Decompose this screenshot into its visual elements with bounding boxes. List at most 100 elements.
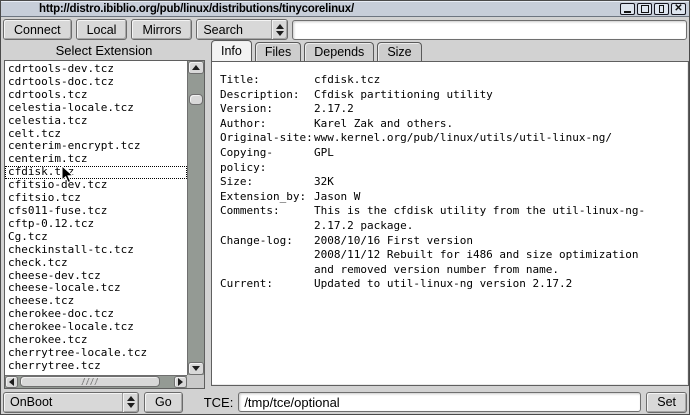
connect-button[interactable]: Connect [3, 19, 72, 40]
info-field-value: Updated to util-linux-ng version 2.17.2 [314, 277, 680, 292]
left-arrow-icon [9, 378, 14, 386]
info-row: Version:2.17.2 [220, 102, 680, 117]
horizontal-scrollbar[interactable] [5, 375, 187, 388]
info-field-value: GPL [314, 146, 680, 175]
tce-path-input[interactable]: /tmp/tce/optional [238, 392, 641, 412]
local-button[interactable]: Local [76, 19, 128, 40]
info-row: Description:Cfdisk partitioning utility [220, 88, 680, 103]
vertical-scroll-thumb[interactable] [189, 94, 203, 105]
info-field-label: Title: [220, 73, 314, 88]
tab-files[interactable]: Files [255, 42, 301, 61]
horizontal-scroll-track[interactable] [18, 376, 174, 388]
list-item[interactable]: checkinstall-tc.tcz [5, 244, 187, 257]
list-item[interactable]: cdrtools-doc.tcz [5, 76, 187, 89]
go-button[interactable]: Go [144, 392, 183, 413]
list-item[interactable]: cherrytree.tcz [5, 360, 187, 373]
tab-depends[interactable]: Depends [304, 42, 374, 61]
minimize-button[interactable] [620, 3, 635, 15]
window-controls: ✕ [620, 3, 689, 15]
window-title: http://distro.ibiblio.org/pub/linux/dist… [1, 3, 354, 15]
down-arrow-icon [276, 31, 284, 36]
minimize-icon [624, 11, 631, 13]
toolbar: Connect Local Mirrors Search [3, 19, 687, 40]
info-row: Current:Updated to util-linux-ng version… [220, 277, 680, 292]
horizontal-scroll-thumb[interactable] [20, 376, 160, 387]
vertical-scrollbar[interactable] [187, 61, 204, 375]
info-field-value: 32K [314, 175, 680, 190]
info-field-label: Description: [220, 88, 314, 103]
info-field-label: Size: [220, 175, 314, 190]
scroll-down-button[interactable] [188, 362, 204, 375]
close-icon: ✕ [674, 4, 682, 14]
info-row: Size:32K [220, 175, 680, 190]
up-arrow-icon [276, 24, 284, 29]
tab-bar: InfoFilesDependsSize [211, 41, 422, 61]
search-mode-dropdown[interactable]: Search [196, 19, 288, 40]
mirrors-button[interactable]: Mirrors [131, 19, 192, 40]
onboot-dropdown[interactable]: OnBoot [3, 392, 139, 413]
list-item[interactable]: cdrtools.tcz [5, 89, 187, 102]
grip-icon [81, 378, 99, 385]
close-button[interactable]: ✕ [671, 3, 686, 15]
scroll-left-button[interactable] [5, 376, 18, 388]
info-field-value: Karel Zak and others. [314, 117, 680, 132]
tab-size[interactable]: Size [377, 42, 421, 61]
list-item[interactable]: cdrtools-dev.tcz [5, 63, 187, 76]
tce-path-value: /tmp/tce/optional [244, 395, 339, 410]
list-item[interactable]: cfs011-fuse.tcz [5, 205, 187, 218]
maximize-icon [641, 5, 649, 13]
updown-arrows-icon [122, 393, 138, 412]
info-field-value: This is the cfdisk utility from the util… [314, 204, 680, 233]
info-field-value: 2.17.2 [314, 102, 680, 117]
tce-label: TCE: [204, 395, 234, 410]
info-field-label: Comments: [220, 204, 314, 233]
select-extension-heading: Select Extension [3, 42, 205, 59]
onboot-selected: OnBoot [4, 395, 122, 409]
down-arrow-icon [192, 366, 200, 371]
list-item[interactable]: check.tcz [5, 257, 187, 270]
set-button[interactable]: Set [646, 392, 687, 413]
info-row: Change-log:2008/10/16 First version 2008… [220, 234, 680, 278]
down-arrow-icon [127, 403, 135, 408]
info-field-value: 2008/10/16 First version 2008/11/12 Rebu… [314, 234, 680, 278]
info-field-label: Copying-policy: [220, 146, 314, 175]
list-item[interactable]: Cg.tcz [5, 231, 187, 244]
info-field-label: Extension_by: [220, 190, 314, 205]
restore-button[interactable] [654, 3, 669, 15]
list-item[interactable]: cherrytree-locale.tcz [5, 347, 187, 360]
info-field-label: Current: [220, 277, 314, 292]
right-arrow-icon [178, 378, 183, 386]
list-item[interactable]: cftp-0.12.tcz [5, 218, 187, 231]
info-row: Title:cfdisk.tcz [220, 73, 680, 88]
info-field-label: Change-log: [220, 234, 314, 278]
list-item[interactable]: celestia-locale.tcz [5, 102, 187, 115]
info-row: Author:Karel Zak and others. [220, 117, 680, 132]
titlebar: http://distro.ibiblio.org/pub/linux/dist… [1, 1, 689, 17]
scroll-right-button[interactable] [174, 376, 187, 388]
info-row: Original-site:www.kernel.org/pub/linux/u… [220, 131, 680, 146]
list-item[interactable]: celestia.tcz [5, 115, 187, 128]
tab-info[interactable]: Info [211, 40, 252, 61]
info-panel: Title:cfdisk.tczDescription:Cfdisk parti… [211, 61, 689, 386]
bottombar: OnBoot Go TCE: /tmp/tce/optional Set [3, 391, 687, 413]
search-mode-selected: Search [197, 23, 271, 37]
vertical-scroll-track[interactable] [188, 74, 204, 362]
info-row: Copying-policy:GPL [220, 146, 680, 175]
up-arrow-icon [127, 396, 135, 401]
info-field-label: Author: [220, 117, 314, 132]
appbrowser-window: http://distro.ibiblio.org/pub/linux/dist… [0, 0, 690, 415]
extension-listbox: cdrtools-dev.tczcdrtools-doc.tczcdrtools… [4, 60, 205, 389]
maximize-button[interactable] [637, 3, 652, 15]
info-row: Comments:This is the cfdisk utility from… [220, 204, 680, 233]
restore-icon [659, 5, 664, 13]
updown-arrows-icon [271, 20, 287, 39]
scrollbar-corner [187, 375, 204, 388]
info-content: Title:cfdisk.tczDescription:Cfdisk parti… [220, 73, 680, 292]
scroll-up-button[interactable] [188, 61, 204, 74]
info-field-value: cfdisk.tcz [314, 73, 680, 88]
info-field-value: Cfdisk partitioning utility [314, 88, 680, 103]
extension-list: cdrtools-dev.tczcdrtools-doc.tczcdrtools… [5, 61, 187, 375]
up-arrow-icon [192, 65, 200, 70]
search-input[interactable] [292, 20, 687, 40]
list-item[interactable]: cherokee.tcz [5, 334, 187, 347]
